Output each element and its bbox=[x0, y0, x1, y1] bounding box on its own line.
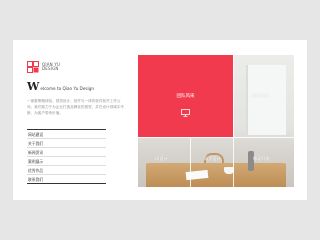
table-shape bbox=[146, 163, 286, 187]
main-card: QIAN YU DESIGN W elcome to Qian Yu Desig… bbox=[13, 40, 307, 200]
logo-text: QIAN YU DESIGN bbox=[42, 62, 60, 72]
welcome-title: elcome to Qian Yu Design bbox=[40, 86, 95, 91]
menu-item-contact[interactable]: 联系我们 bbox=[27, 175, 106, 184]
grid-divider bbox=[138, 137, 294, 138]
menu-item-works[interactable]: 优秀作品 bbox=[27, 166, 106, 175]
logo-line-2: DESIGN bbox=[42, 66, 59, 71]
window-shape bbox=[246, 65, 286, 135]
logo-mark-icon bbox=[27, 61, 39, 73]
tile-bottom-2-label[interactable]: 网页设计 bbox=[204, 156, 221, 162]
grid-divider bbox=[233, 55, 234, 187]
welcome-heading: W elcome to Qian Yu Design bbox=[27, 80, 127, 93]
brand-logo[interactable]: QIAN YU DESIGN bbox=[27, 61, 60, 73]
menu-item-news[interactable]: 新闻资讯 bbox=[27, 148, 106, 157]
welcome-initial: W bbox=[27, 80, 40, 93]
tile-featured[interactable]: 团队风采 bbox=[138, 55, 233, 137]
tile-bottom-3-label[interactable]: 移动开发 bbox=[253, 156, 270, 162]
menu-item-about[interactable]: 关于我们 bbox=[27, 139, 106, 148]
tile-bottom-1-label[interactable]: UI设计 bbox=[155, 156, 168, 162]
tile-featured-label: 团队风采 bbox=[176, 94, 195, 99]
monitor-icon bbox=[181, 102, 190, 121]
tile-grid: 团队风采 品牌策划 UI设计 网页设计 移动开发 bbox=[138, 55, 294, 187]
tile-top-right-label[interactable]: 品牌策划 bbox=[252, 93, 269, 99]
menu-item-website[interactable]: 网站建设 bbox=[27, 130, 106, 139]
left-panel: QIAN YU DESIGN W elcome to Qian Yu Desig… bbox=[13, 40, 138, 200]
menu-item-cases[interactable]: 案例展示 bbox=[27, 157, 106, 166]
intro-paragraph: 一家集策略体验、视觉设计、前开与一体的软件前开工作公司。我们致力于为企业打造品牌… bbox=[27, 99, 125, 115]
side-menu: 网站建设 关于我们 新闻资讯 案例展示 优秀作品 联系我们 bbox=[27, 129, 106, 184]
